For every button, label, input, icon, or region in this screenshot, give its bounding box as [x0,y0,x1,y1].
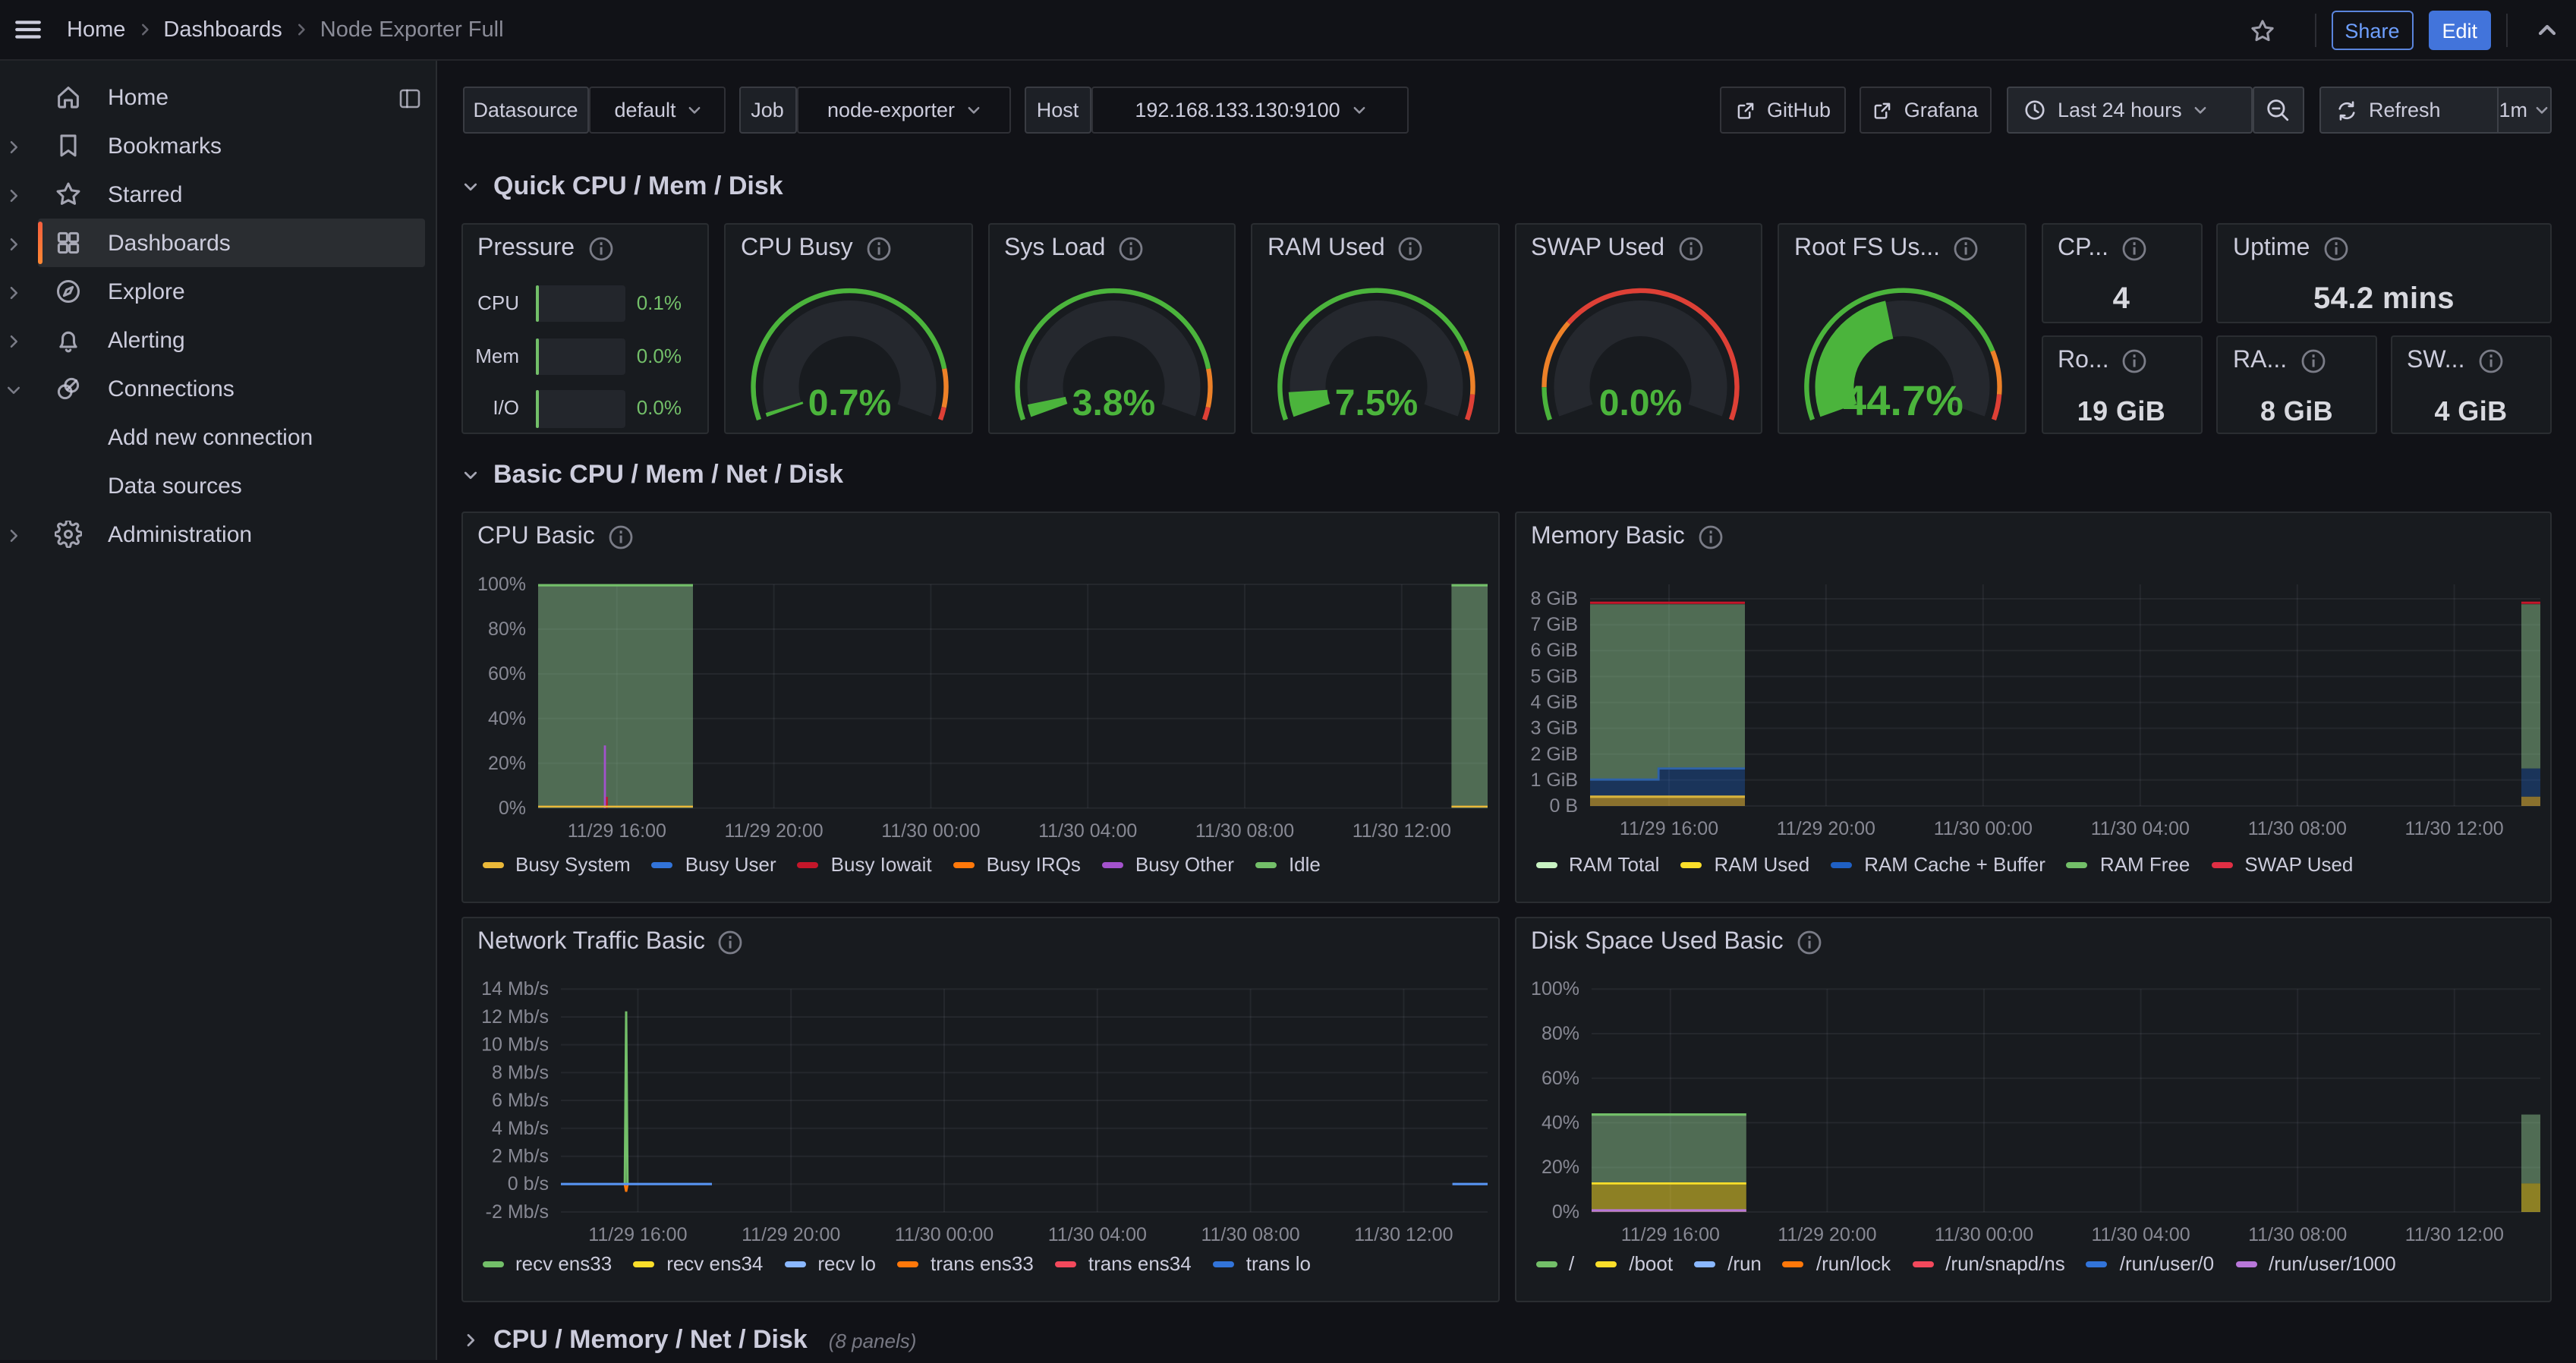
svg-text:100%: 100% [1530,978,1579,999]
svg-text:11/30 04:00: 11/30 04:00 [2090,818,2189,839]
svg-text:0 b/s: 0 b/s [507,1173,548,1195]
svg-text:40%: 40% [1541,1112,1579,1133]
svg-text:2 GiB: 2 GiB [1529,744,1577,765]
svg-text:60%: 60% [487,663,525,685]
svg-text:2 Mb/s: 2 Mb/s [491,1146,548,1167]
svg-text:11/29 16:00: 11/29 16:00 [587,1224,686,1245]
svg-text:11/30 00:00: 11/30 00:00 [880,820,979,842]
svg-text:8 GiB: 8 GiB [1529,588,1577,609]
svg-text:11/30 08:00: 11/30 08:00 [1195,820,1293,842]
svg-text:8 Mb/s: 8 Mb/s [491,1062,548,1083]
svg-text:40%: 40% [487,708,525,729]
svg-text:7.5%: 7.5% [1335,383,1418,423]
svg-text:7 GiB: 7 GiB [1529,614,1577,635]
svg-text:11/29 20:00: 11/29 20:00 [723,820,822,842]
svg-text:11/30 00:00: 11/30 00:00 [894,1224,993,1245]
svg-text:11/30 12:00: 11/30 12:00 [2404,818,2502,839]
svg-text:4 Mb/s: 4 Mb/s [491,1118,548,1139]
svg-text:11/30 12:00: 11/30 12:00 [1353,1224,1452,1245]
svg-text:11/29 20:00: 11/29 20:00 [1776,818,1875,839]
svg-text:11/30 00:00: 11/30 00:00 [1934,1224,2033,1245]
svg-text:11/30 08:00: 11/30 08:00 [2247,818,2346,839]
svg-text:14 Mb/s: 14 Mb/s [480,978,548,999]
svg-text:11/30 12:00: 11/30 12:00 [1352,820,1450,842]
svg-text:11/30 12:00: 11/30 12:00 [2404,1224,2503,1245]
svg-text:3.8%: 3.8% [1072,383,1154,423]
svg-text:4 GiB: 4 GiB [1529,692,1577,713]
svg-text:10 Mb/s: 10 Mb/s [480,1034,548,1056]
svg-text:11/30 08:00: 11/30 08:00 [1200,1224,1299,1245]
svg-text:12 Mb/s: 12 Mb/s [480,1006,548,1028]
svg-text:0%: 0% [498,798,525,819]
svg-text:0.7%: 0.7% [808,383,891,423]
svg-text:20%: 20% [487,753,525,774]
svg-text:5 GiB: 5 GiB [1529,666,1577,687]
svg-text:11/29 16:00: 11/29 16:00 [1619,818,1718,839]
svg-text:80%: 80% [1541,1023,1579,1044]
svg-text:6 GiB: 6 GiB [1529,640,1577,661]
svg-text:11/29 16:00: 11/29 16:00 [567,820,666,842]
svg-text:100%: 100% [477,574,525,595]
svg-text:11/30 04:00: 11/30 04:00 [1047,1224,1146,1245]
svg-text:1 GiB: 1 GiB [1529,770,1577,791]
svg-text:11/30 00:00: 11/30 00:00 [1933,818,2032,839]
svg-text:11/30 04:00: 11/30 04:00 [2090,1224,2189,1245]
svg-text:20%: 20% [1541,1157,1579,1178]
svg-text:11/30 08:00: 11/30 08:00 [2247,1224,2346,1245]
svg-text:11/29 16:00: 11/29 16:00 [1620,1224,1719,1245]
svg-text:60%: 60% [1541,1068,1579,1089]
svg-text:0 B: 0 B [1548,795,1577,817]
svg-text:0%: 0% [1551,1201,1579,1223]
svg-text:3 GiB: 3 GiB [1529,718,1577,739]
svg-text:-2 Mb/s: -2 Mb/s [485,1201,548,1223]
svg-text:11/29 20:00: 11/29 20:00 [741,1224,839,1245]
svg-text:11/30 04:00: 11/30 04:00 [1038,820,1136,842]
svg-text:0.0%: 0.0% [1598,383,1681,423]
svg-text:80%: 80% [487,619,525,640]
svg-text:44.7%: 44.7% [1843,376,1963,424]
svg-text:11/29 20:00: 11/29 20:00 [1777,1224,1875,1245]
svg-text:6 Mb/s: 6 Mb/s [491,1090,548,1111]
